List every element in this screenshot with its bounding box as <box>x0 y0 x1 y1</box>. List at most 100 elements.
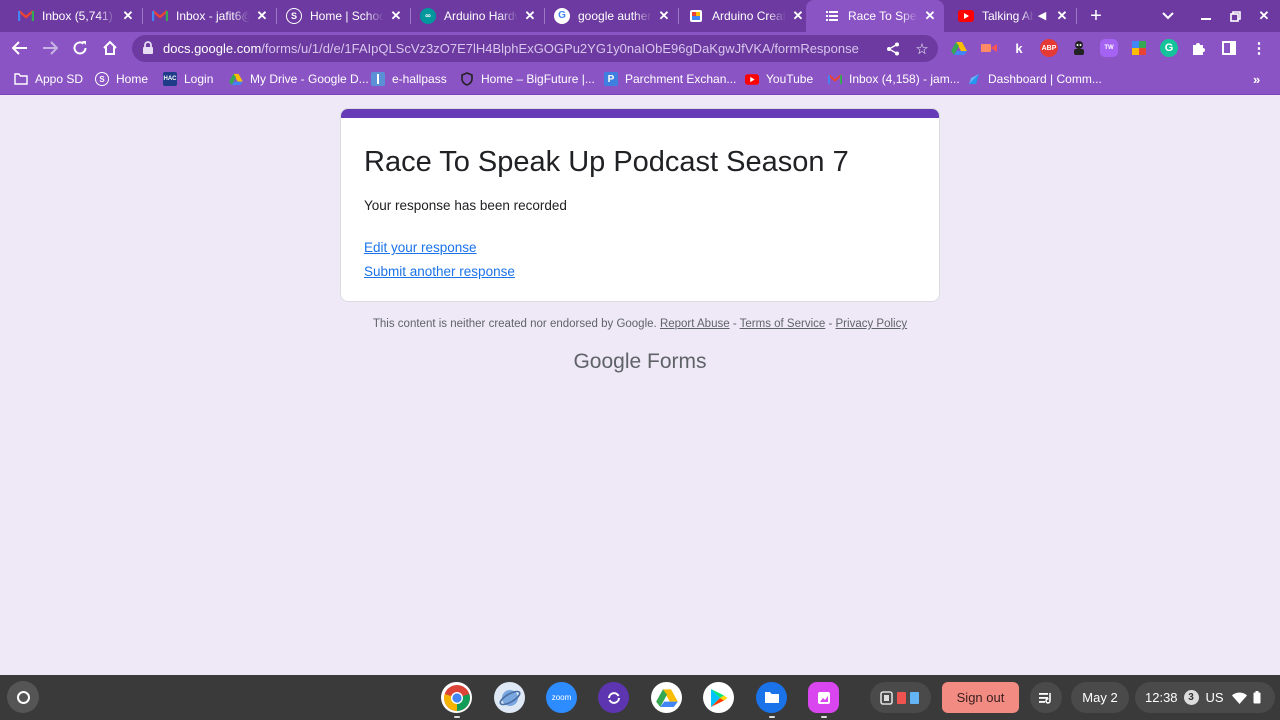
bookmark-label: Home <box>116 72 149 86</box>
close-window-icon[interactable]: ✕ <box>1254 6 1274 26</box>
edit-response-link[interactable]: Edit your response <box>364 240 477 255</box>
zoom-app-icon[interactable]: zoom <box>546 682 577 713</box>
bookmark-my-drive[interactable]: My Drive - Google D... <box>229 70 369 88</box>
app-running-indicator <box>821 716 827 718</box>
reload-icon[interactable] <box>68 36 92 60</box>
tab-label: Inbox (5,741) - <box>42 8 116 23</box>
bookmark-label: My Drive - Google D... <box>250 72 369 86</box>
report-abuse-link[interactable]: Report Abuse <box>660 318 730 330</box>
tab-google-authenticator[interactable]: G google authen ✕ <box>536 0 678 31</box>
adblock-plus-extension-icon[interactable]: ABP <box>1040 39 1058 57</box>
tab-search-chevron-icon[interactable] <box>1158 6 1178 26</box>
bot-extension-icon[interactable] <box>1070 39 1088 57</box>
back-icon[interactable] <box>8 36 32 60</box>
tab-gmail-inbox-1[interactable]: Inbox (5,741) - ✕ <box>0 0 142 31</box>
close-icon[interactable]: ✕ <box>1054 8 1070 24</box>
restore-icon[interactable] <box>1225 6 1245 26</box>
lock-icon[interactable] <box>142 41 156 55</box>
share-icon[interactable] <box>884 40 902 58</box>
browser-app-icon[interactable] <box>494 682 525 713</box>
puzzle-extensions-icon[interactable] <box>1190 39 1208 57</box>
google-drive-app-icon[interactable] <box>651 682 682 713</box>
bookmark-appo-sd[interactable]: Appo SD <box>14 70 83 88</box>
speaker-icon[interactable]: ◀︎ <box>1034 9 1050 22</box>
google-wordmark: Google <box>573 350 642 373</box>
url-text[interactable]: docs.google.com/forms/u/1/d/e/1FAIpQLScV… <box>163 41 879 56</box>
bookmark-label: Parchment Exchan... <box>625 72 737 86</box>
google-drive-icon <box>229 72 243 86</box>
arduino-create-icon <box>688 8 704 24</box>
play-store-app-icon[interactable] <box>703 682 734 713</box>
terms-of-service-link[interactable]: Terms of Service <box>740 318 826 330</box>
address-bar[interactable]: docs.google.com/forms/u/1/d/e/1FAIpQLScV… <box>132 35 938 62</box>
grammarly-extension-icon[interactable]: G <box>1160 39 1178 57</box>
close-icon[interactable]: ✕ <box>922 8 938 24</box>
google-forms-logo[interactable]: Google Forms <box>0 350 1280 374</box>
launcher-button[interactable] <box>7 681 39 713</box>
bookmarks-overflow-icon[interactable]: » <box>1253 70 1260 88</box>
tw-extension-icon[interactable]: TW <box>1100 39 1118 57</box>
chrome-app-icon[interactable] <box>441 682 472 713</box>
bookmark-youtube[interactable]: YouTube <box>745 70 813 88</box>
form-title: Race To Speak Up Podcast Season 7 <box>364 146 849 178</box>
tab-label: Home | School <box>310 8 384 23</box>
calendar-date-button[interactable]: May 2 <box>1071 682 1129 713</box>
form-accent-bar <box>341 109 939 118</box>
ehallpass-icon <box>371 72 385 86</box>
tab-separator <box>1076 8 1077 24</box>
tab-gmail-inbox-2[interactable]: Inbox - jafit6@ ✕ <box>134 0 276 31</box>
bookmark-label: YouTube <box>766 72 814 86</box>
home-icon[interactable] <box>98 36 122 60</box>
bookmark-dashboard[interactable]: Dashboard | Comm... <box>967 70 1102 88</box>
tab-race-to-speak-active[interactable]: Race To Speak ✕ <box>806 0 944 32</box>
battery-icon <box>1253 691 1261 704</box>
folder-icon <box>14 72 28 86</box>
tab-label: google authen <box>578 8 652 23</box>
tab-label: Race To Speak <box>848 9 918 23</box>
footer-separator: - <box>729 318 740 330</box>
youtube-icon <box>745 72 759 86</box>
bookmark-home[interactable]: S Home <box>95 70 148 88</box>
url-path: /forms/u/1/d/e/1FAIpQLScVz3zO7E7lH4BlphE… <box>261 41 859 56</box>
screencastify-extension-icon[interactable] <box>980 39 998 57</box>
browser-toolbar: docs.google.com/forms/u/1/d/e/1FAIpQLScV… <box>0 32 1280 64</box>
tab-youtube-talking[interactable]: Talking Ab ◀︎ ✕ <box>940 0 1078 31</box>
sync-app-icon[interactable] <box>598 682 629 713</box>
tab-arduino-create[interactable]: Arduino Creat ✕ <box>670 0 812 31</box>
submit-another-response-link[interactable]: Submit another response <box>364 264 515 279</box>
files-app-icon[interactable] <box>756 682 787 713</box>
gallery-app-icon[interactable] <box>808 682 839 713</box>
google-icon: G <box>554 7 570 24</box>
side-panel-icon[interactable] <box>1220 39 1238 57</box>
google-drive-extension-icon[interactable] <box>950 39 968 57</box>
shield-icon <box>460 72 474 86</box>
tab-strip: Inbox (5,741) - ✕ Inbox - jafit6@ ✕ S Ho… <box>0 0 1280 32</box>
media-controls-icon[interactable] <box>1030 682 1062 713</box>
system-tray[interactable]: 12:38 3 US <box>1135 682 1275 713</box>
forward-icon[interactable] <box>38 36 62 60</box>
sign-out-button[interactable]: Sign out <box>942 682 1019 713</box>
close-icon[interactable]: ✕ <box>790 8 806 24</box>
tab-arduino-hardware[interactable]: ∞ Arduino Hardw ✕ <box>402 0 544 31</box>
bookmark-parchment[interactable]: P Parchment Exchan... <box>604 70 736 88</box>
new-tab-plus-icon[interactable]: + <box>1086 5 1106 27</box>
parchment-icon: P <box>604 72 618 86</box>
bookmark-star-icon[interactable]: ☆ <box>913 40 931 58</box>
bookmark-e-hallpass[interactable]: e-hallpass <box>371 70 447 88</box>
tote-holding-space[interactable] <box>870 682 931 713</box>
bookmark-label: Home – BigFuture |... <box>481 72 595 86</box>
color-extension-icon[interactable] <box>1130 39 1148 57</box>
minimize-icon[interactable] <box>1196 6 1216 26</box>
tab-label: Arduino Creat <box>712 8 786 23</box>
footer-disclaimer: This content is neither created nor endo… <box>0 318 1280 330</box>
bookmark-login[interactable]: HAC Login <box>163 70 213 88</box>
bookmark-bigfuture[interactable]: Home – BigFuture |... <box>460 70 595 88</box>
confirmation-message: Your response has been recorded <box>364 198 567 213</box>
app-running-indicator <box>769 716 775 718</box>
privacy-policy-link[interactable]: Privacy Policy <box>836 318 908 330</box>
more-menu-icon[interactable]: ⋮ <box>1250 39 1268 57</box>
kami-extension-icon[interactable]: k <box>1010 39 1028 57</box>
tab-schoology[interactable]: S Home | School ✕ <box>268 0 410 31</box>
disclaimer-text: This content is neither created nor endo… <box>372 318 657 330</box>
bookmark-inbox[interactable]: Inbox (4,158) - jam... <box>828 70 960 88</box>
